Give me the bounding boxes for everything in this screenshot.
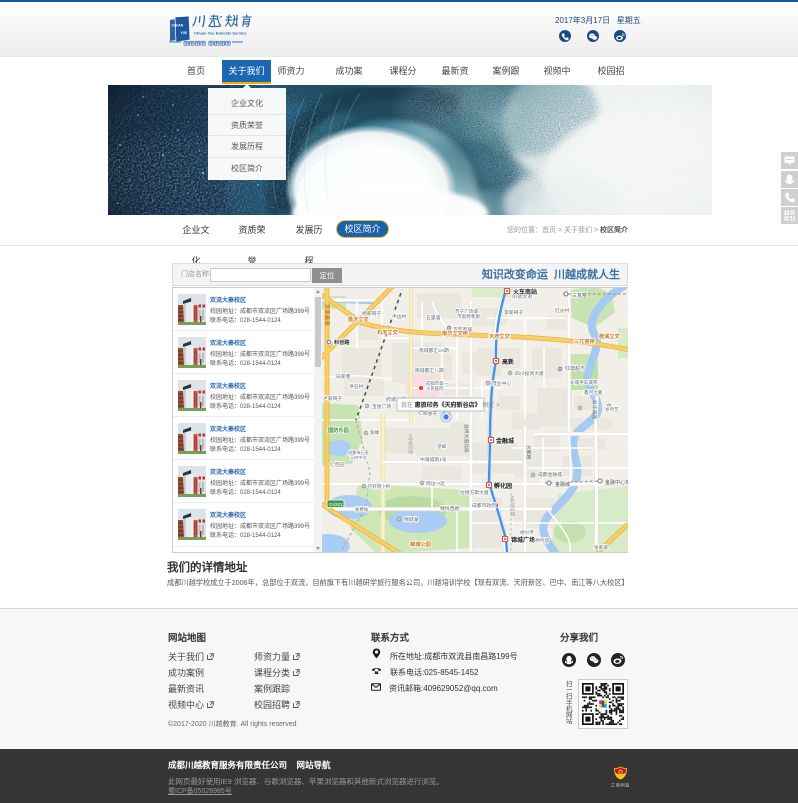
svg-text:张家坡: 张家坡: [594, 544, 608, 551]
svg-text:益州大道北段: 益州大道北段: [463, 424, 470, 453]
svg-text:桂溪立交: 桂溪立交: [598, 332, 621, 340]
svg-text:人民医院: 人民医院: [426, 385, 444, 392]
svg-text:拉德方斯大厦: 拉德方斯大厦: [460, 489, 489, 496]
svg-text:中海城南1号: 中海城南1号: [420, 456, 447, 463]
svg-text:亿佳园: 亿佳园: [330, 461, 344, 468]
svg-text:火车南站: 火车南站: [513, 288, 537, 296]
svg-text:鑫河大厦: 鑫河大厦: [584, 389, 603, 396]
svg-text:高新: 高新: [502, 358, 514, 366]
svg-text:天府中学: 天府中学: [350, 454, 367, 461]
svg-text:8号线在建: 8号线在建: [509, 496, 516, 517]
svg-text:南华立交桥: 南华立交桥: [442, 329, 469, 337]
svg-text:锦城公园: 锦城公园: [410, 540, 431, 548]
svg-text:金融中心东: 金融中心东: [605, 479, 628, 486]
svg-text:蓝天立交: 蓝天立交: [348, 315, 370, 323]
svg-text:工商网监: 工商网监: [611, 782, 630, 789]
svg-text:金融城: 金融城: [555, 481, 570, 488]
svg-text:锦城湖: 锦城湖: [404, 516, 419, 523]
svg-text:三兀宫桥: 三兀宫桥: [574, 337, 596, 345]
svg-text:Chuan Yue Educate Service: Chuan Yue Educate Service: [194, 30, 247, 35]
svg-text:市奥特莱斯: 市奥特莱斯: [457, 313, 480, 320]
svg-text:红光村: 红光村: [555, 307, 570, 314]
svg-text:南城都汇2A期: 南城都汇2A期: [419, 347, 449, 354]
svg-text:G4201: G4201: [329, 502, 343, 507]
svg-text:半边村: 半边村: [392, 313, 407, 320]
svg-text:白家巷: 白家巷: [336, 373, 351, 380]
svg-text:YUE: YUE: [181, 31, 188, 35]
svg-text:望峰: 望峰: [437, 443, 447, 450]
svg-text:科创路: 科创路: [334, 338, 350, 346]
svg-text:5号线在建: 5号线在建: [407, 434, 414, 455]
svg-text:茂业中心: 茂业中心: [492, 380, 511, 387]
svg-text:洪石村: 洪石村: [349, 383, 364, 390]
svg-text:李家祠子: 李家祠子: [504, 309, 523, 316]
svg-text:长城半岛城邦: 长城半岛城邦: [570, 379, 598, 386]
svg-text:卢家祠子: 卢家祠子: [323, 395, 342, 402]
svg-text:国防乐园: 国防乐园: [328, 426, 349, 434]
svg-text:科华南路: 科华南路: [591, 400, 598, 419]
svg-text:德兴寺: 德兴寺: [520, 529, 534, 536]
svg-text:孵化园: 孵化园: [494, 482, 512, 490]
svg-text:红旗超市: 红旗超市: [565, 365, 585, 372]
svg-text:京昆高速: 京昆高速: [324, 304, 331, 326]
svg-text:三瓦窑: 三瓦窑: [572, 292, 587, 299]
svg-text:CHUAN: CHUAN: [172, 24, 184, 28]
svg-text:成都市政府: 成都市政府: [472, 502, 496, 509]
svg-text:周边-A区: 周边-A区: [426, 480, 445, 487]
svg-text:杨家祠子: 杨家祠子: [362, 310, 381, 317]
svg-text:五里庙: 五里庙: [426, 314, 441, 321]
svg-text:宝星广场: 宝星广场: [372, 403, 391, 410]
svg-text:天府立交: 天府立交: [489, 332, 511, 340]
svg-text:岁月艺: 岁月艺: [605, 406, 619, 413]
svg-text:神月溏: 神月溏: [535, 537, 549, 544]
svg-text:成都金融城: 成都金融城: [538, 471, 562, 478]
svg-text:四川投资大厦: 四川投资大厦: [515, 370, 544, 377]
svg-text:南城都汇八期: 南城都汇八期: [415, 367, 444, 374]
svg-text:金融城: 金融城: [495, 437, 514, 445]
svg-text:锦城广场: 锦城广场: [511, 536, 535, 544]
svg-text:石羊立交: 石羊立交: [376, 328, 399, 336]
svg-text:名都路: 名都路: [525, 445, 532, 460]
svg-text:收费站: 收费站: [355, 506, 369, 513]
svg-text:伦轩锦小桥: 伦轩锦小桥: [368, 483, 391, 490]
svg-text:锦悦西路: 锦悦西路: [440, 505, 459, 512]
svg-text:我在 惠旅印务《天府新谷店》 附近 >: 我在 惠旅印务《天府新谷店》 附近 >: [401, 401, 500, 409]
svg-text:紫峰: 紫峰: [370, 429, 380, 436]
